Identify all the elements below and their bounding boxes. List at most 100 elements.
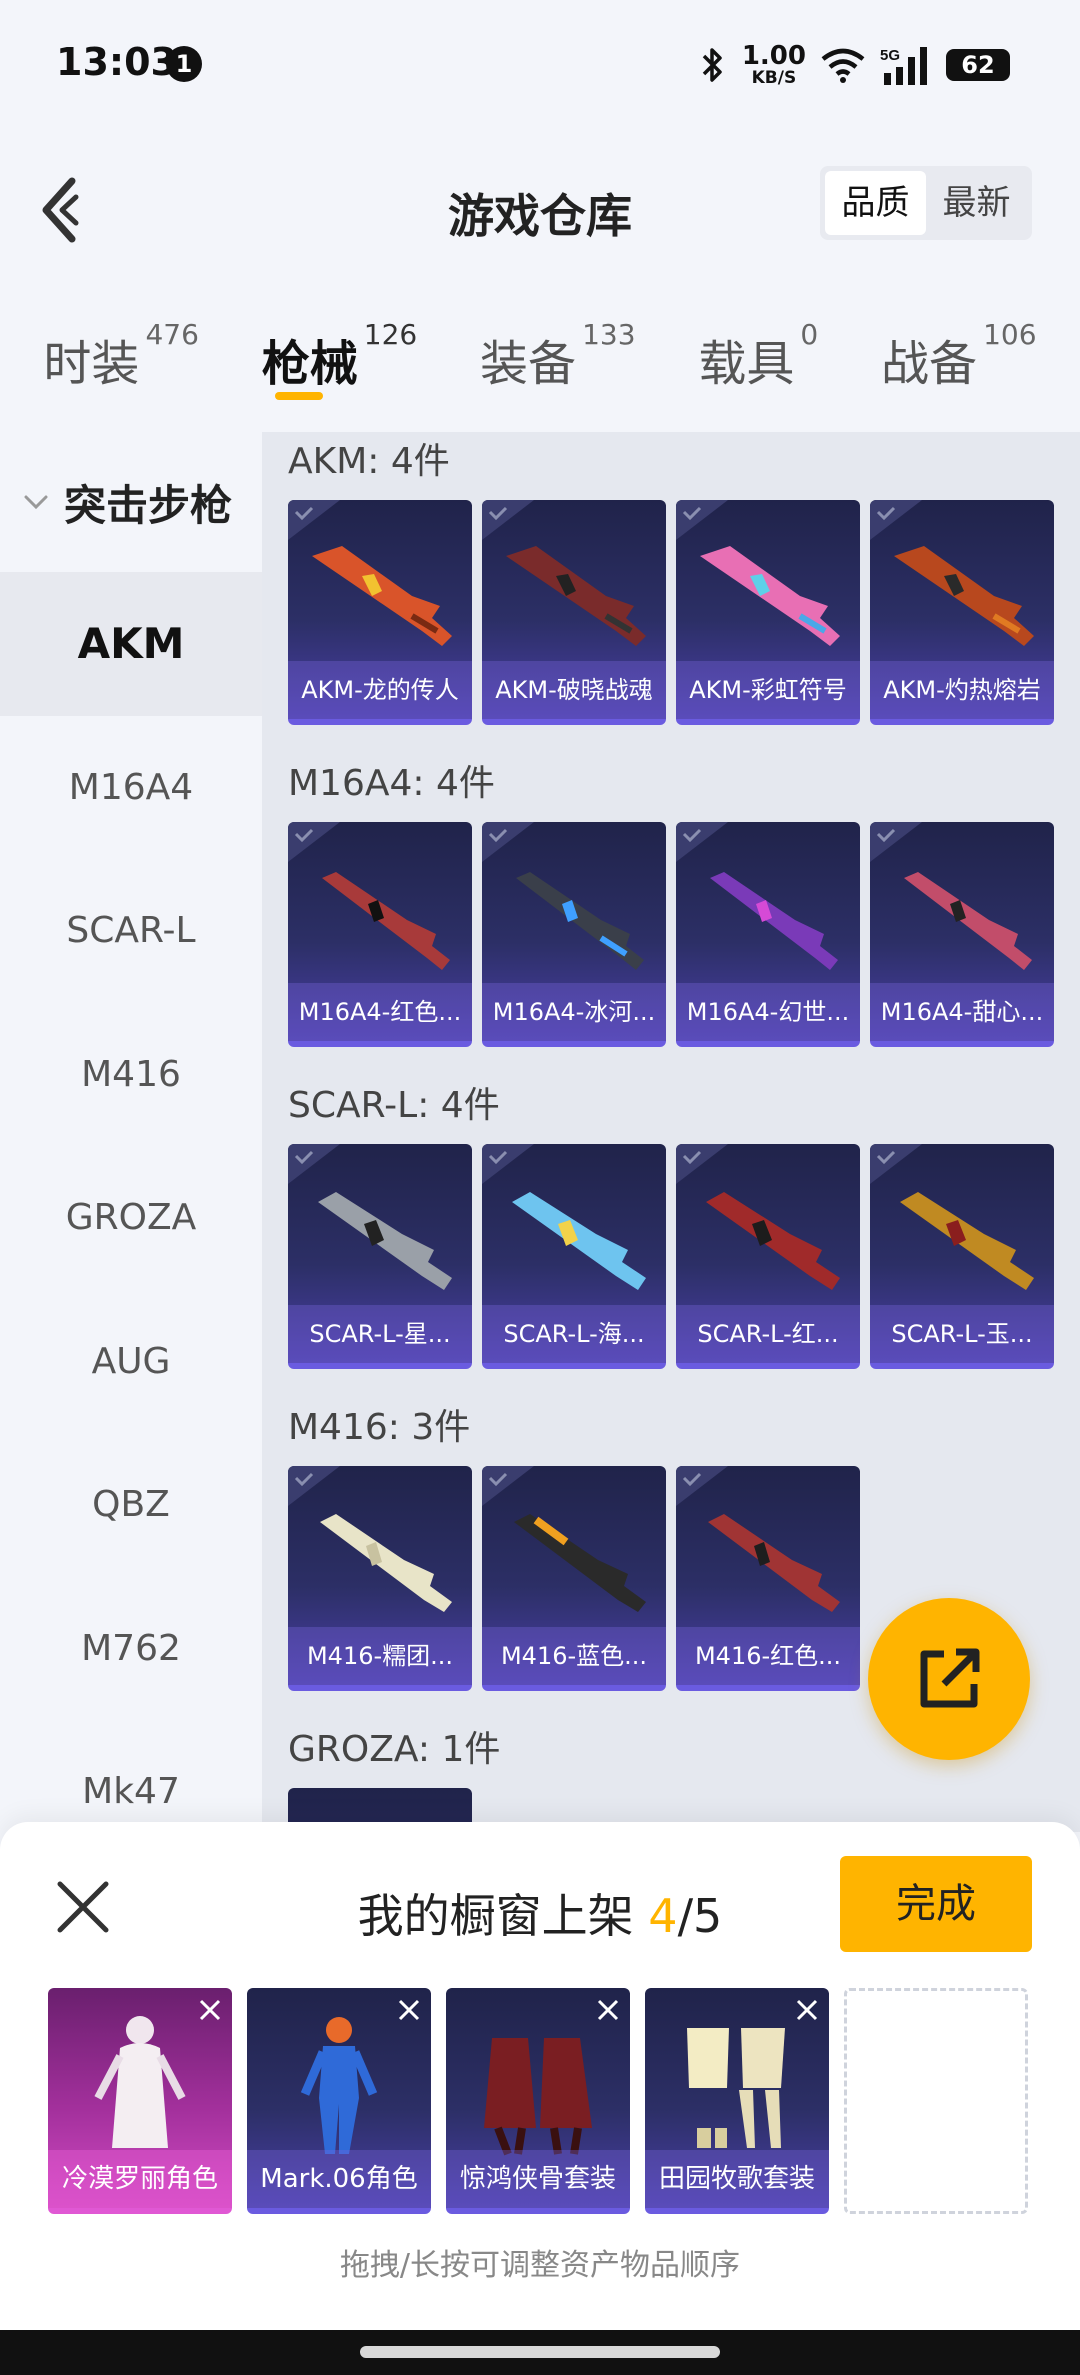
reorder-hint: 拖拽/长按可调整资产物品顺序 xyxy=(339,2248,741,2283)
share-button[interactable] xyxy=(868,1598,1030,1760)
home-gesture-handle[interactable] xyxy=(360,2346,720,2358)
tab-vehicles[interactable]: 载具0 xyxy=(698,300,818,430)
card-label: AKM-龙的传人 xyxy=(288,661,472,719)
showcase-item[interactable]: 惊鸿侠骨套装 xyxy=(446,1988,630,2214)
card-label: M16A4-幻世... xyxy=(676,983,860,1041)
tab-count: 476 xyxy=(145,318,199,351)
weapon-card[interactable]: SCAR-L-星... xyxy=(288,1144,472,1369)
card-label: SCAR-L-星... xyxy=(288,1305,472,1363)
tab-active-indicator xyxy=(275,392,324,400)
rifle-skin-image xyxy=(514,1514,646,1612)
check-icon xyxy=(482,1144,534,1184)
tab-fashion[interactable]: 时装476 xyxy=(43,300,198,430)
card-row-akm: AKM-龙的传人 AKM-破晓战魂 AKM-彩虹符号 AKM-灼热熔岩 xyxy=(288,500,1054,725)
card-row-m16a4: M16A4-红色... M16A4-冰河... M16A4-幻世... M16A… xyxy=(288,822,1054,1047)
showcase-item-label: 田园牧歌套装 xyxy=(645,2150,829,2208)
section-title-m16a4: M16A4: 4件 xyxy=(288,763,495,804)
status-bar: 13:03 1 1.00 KB/S 5G 62 xyxy=(0,0,1080,130)
showcase-title-prefix: 我的橱窗上架 xyxy=(357,1889,649,1943)
tab-firearms[interactable]: 枪械126 xyxy=(262,300,417,430)
card-label: SCAR-L-红... xyxy=(676,1305,860,1363)
check-icon xyxy=(288,500,340,540)
empty-showcase-slot[interactable] xyxy=(844,1988,1028,2214)
sidebar-group-label: 突击步枪 xyxy=(64,480,233,530)
showcase-item-label: Mark.06角色 xyxy=(247,2150,431,2208)
tab-label: 装备 xyxy=(480,336,577,392)
weapon-card[interactable]: AKM-灼热熔岩 xyxy=(870,500,1054,725)
card-label: M16A4-甜心... xyxy=(870,983,1054,1041)
weapon-card[interactable]: SCAR-L-海... xyxy=(482,1144,666,1369)
character-image xyxy=(300,2017,378,2154)
check-icon xyxy=(676,822,728,862)
check-icon xyxy=(870,500,922,540)
rifle-skin-image xyxy=(708,1514,840,1612)
done-button[interactable]: 完成 xyxy=(840,1856,1032,1952)
sort-option-newest[interactable]: 最新 xyxy=(926,171,1027,235)
wifi-icon xyxy=(821,48,865,83)
tab-count: 0 xyxy=(800,318,819,351)
sidebar-item-akm[interactable]: AKM xyxy=(0,572,262,716)
rifle-skin-image xyxy=(700,546,840,646)
check-icon xyxy=(288,1144,340,1184)
weapon-card[interactable]: M16A4-幻世... xyxy=(676,822,860,1047)
tab-equipment[interactable]: 装备133 xyxy=(480,300,635,430)
sort-option-quality[interactable]: 品质 xyxy=(825,171,926,235)
outfit-image xyxy=(484,2038,592,2156)
weapon-card[interactable]: M16A4-甜心... xyxy=(870,822,1054,1047)
sidebar-item-m416[interactable]: M416 xyxy=(0,1003,262,1147)
weapon-card[interactable]: SCAR-L-玉... xyxy=(870,1144,1054,1369)
rifle-skin-image xyxy=(516,872,644,970)
sidebar-item-m762[interactable]: M762 xyxy=(0,1577,262,1721)
network-speed: 1.00 KB/S xyxy=(742,43,806,87)
weapon-card[interactable]: AKM-破晓战魂 xyxy=(482,500,666,725)
weapon-sidebar: 突击步枪 AKM M16A4 SCAR-L M416 GROZA AUG QBZ… xyxy=(0,432,262,1832)
weapon-card[interactable]: M16A4-冰河... xyxy=(482,822,666,1047)
rifle-skin-image xyxy=(322,872,450,970)
check-icon xyxy=(870,1144,922,1184)
card-label: M16A4-冰河... xyxy=(482,983,666,1041)
check-icon xyxy=(482,822,534,862)
card-label: M416-蓝色... xyxy=(482,1627,666,1685)
card-row-m416: M416-糯团... M416-蓝色... M416-红色... xyxy=(288,1466,860,1691)
section-title-akm: AKM: 4件 xyxy=(288,441,450,482)
sidebar-group-assault-rifles[interactable]: 突击步枪 xyxy=(0,432,262,572)
status-time: 13:03 xyxy=(56,40,177,84)
tab-label: 载具 xyxy=(698,336,795,392)
showcase-item[interactable]: 冷漠罗丽角色 xyxy=(48,1988,232,2214)
weapon-card[interactable]: M16A4-红色... xyxy=(288,822,472,1047)
check-icon xyxy=(482,500,534,540)
section-title-m416: M416: 3件 xyxy=(288,1407,471,1448)
sidebar-item-qbz[interactable]: QBZ xyxy=(0,1433,262,1577)
weapon-card[interactable]: M416-糯团... xyxy=(288,1466,472,1691)
speed-value: 1.00 xyxy=(741,41,806,71)
weapon-card[interactable]: M416-红色... xyxy=(676,1466,860,1691)
section-title-groza: GROZA: 1件 xyxy=(288,1729,501,1770)
showcase-slots: 冷漠罗丽角色 Mark.06角色 惊鸿侠骨套装 田园牧歌套装 xyxy=(48,1988,1028,2214)
showcase-item[interactable]: 田园牧歌套装 xyxy=(645,1988,829,2214)
system-nav-bar xyxy=(0,2330,1080,2375)
card-label: AKM-彩虹符号 xyxy=(676,661,860,719)
tab-supplies[interactable]: 战备106 xyxy=(881,300,1036,430)
tab-label: 时装 xyxy=(43,336,140,392)
weapon-card[interactable]: M416-蓝色... xyxy=(482,1466,666,1691)
sort-toggle: 品质 最新 xyxy=(820,166,1032,240)
showcase-sheet: 我的橱窗上架 4/5 完成 冷漠罗丽角色 Mark.06角色 惊鸿侠骨套装 田园… xyxy=(0,1822,1080,2330)
sidebar-item-groza[interactable]: GROZA xyxy=(0,1146,262,1290)
showcase-item[interactable]: Mark.06角色 xyxy=(247,1988,431,2214)
signal-5g-icon: 5G xyxy=(880,47,927,85)
check-icon xyxy=(676,500,728,540)
weapon-card[interactable]: SCAR-L-红... xyxy=(676,1144,860,1369)
sidebar-item-aug[interactable]: AUG xyxy=(0,1290,262,1434)
weapon-card[interactable]: AKM-彩虹符号 xyxy=(676,500,860,725)
tab-count: 133 xyxy=(582,318,636,351)
weapon-card[interactable]: AKM-龙的传人 xyxy=(288,500,472,725)
sidebar-item-scar-l[interactable]: SCAR-L xyxy=(0,859,262,1003)
status-icons: 1.00 KB/S 5G 62 xyxy=(698,40,1010,90)
rifle-skin-image xyxy=(706,1192,840,1290)
notification-badge: 1 xyxy=(166,46,202,82)
bluetooth-icon xyxy=(702,48,722,82)
card-label: SCAR-L-海... xyxy=(482,1305,666,1363)
sidebar-item-m16a4[interactable]: M16A4 xyxy=(0,716,262,860)
tab-label: 枪械 xyxy=(261,336,358,392)
card-label: M416-红色... xyxy=(676,1627,860,1685)
